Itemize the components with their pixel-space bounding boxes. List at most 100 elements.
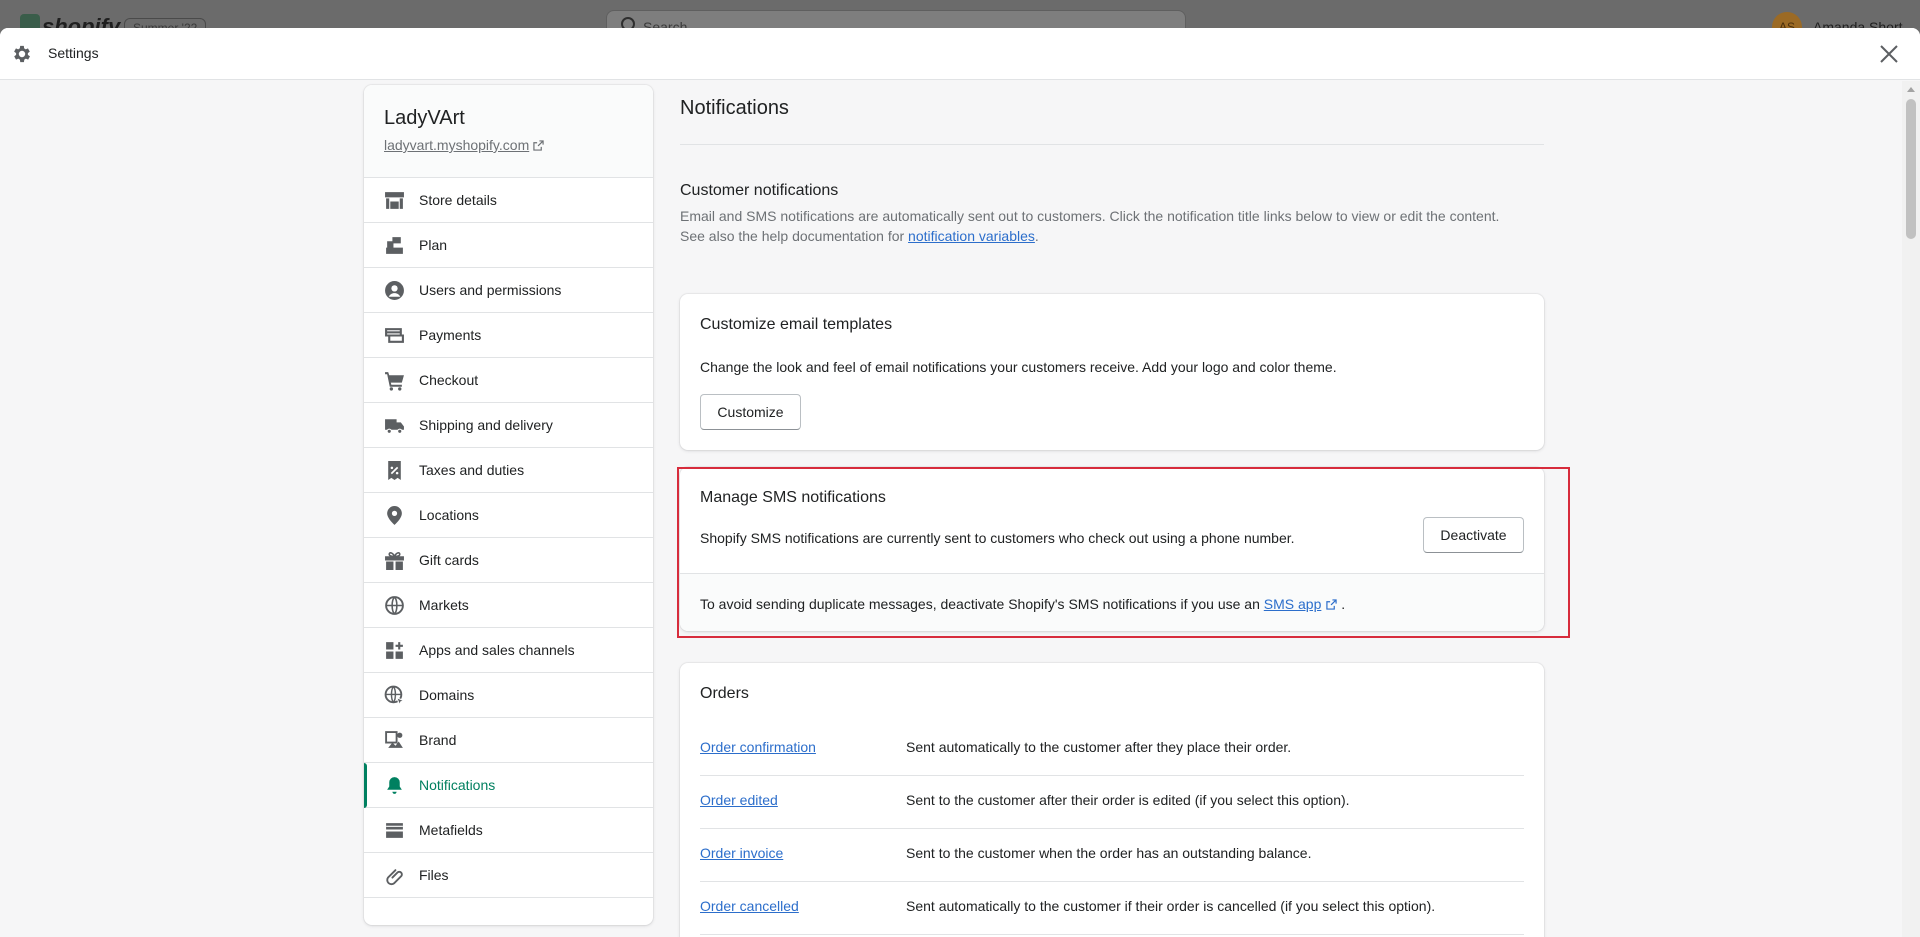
order-description: Sent automatically to the customer after… [906, 739, 1292, 755]
orders-card: Orders Order confirmation Sent automatic… [680, 663, 1544, 937]
cart-icon [385, 372, 404, 391]
email-templates-card: Customize email templates Change the loo… [680, 294, 1544, 450]
payments-icon [385, 328, 404, 343]
sidebar-item-label: Plan [419, 237, 448, 253]
sidebar-item-payments[interactable]: Payments [364, 313, 653, 358]
sidebar-item-label: Metafields [419, 822, 483, 838]
close-icon[interactable] [1877, 42, 1901, 66]
sidebar-item-label: Notifications [419, 777, 496, 793]
plan-icon [386, 237, 403, 254]
sidebar-item-metafields[interactable]: Metafields [364, 808, 653, 853]
search-placeholder: Search [643, 19, 688, 28]
customize-button[interactable]: Customize [700, 394, 801, 430]
store-header: LadyVArt ladyvart.myshopify.com [364, 85, 653, 178]
search-icon [621, 17, 635, 28]
list-item: Order invoice Sent to the customer when … [700, 829, 1524, 882]
sidebar-item-locations[interactable]: Locations [364, 493, 653, 538]
sms-notifications-title: Manage SMS notifications [700, 489, 886, 506]
sidebar-item-markets[interactable]: Markets [364, 583, 653, 628]
order-invoice-link[interactable]: Order invoice [700, 845, 783, 861]
metafields-icon [386, 823, 403, 838]
shopify-logo-icon [20, 14, 40, 28]
deactivate-button[interactable]: Deactivate [1423, 517, 1524, 553]
store-url-link[interactable]: ladyvart.myshopify.com [384, 137, 529, 153]
order-description: Sent automatically to the customer if th… [906, 898, 1436, 914]
search-input[interactable]: Search [606, 10, 1186, 28]
sidebar-item-label: Domains [419, 687, 475, 703]
order-cancelled-link[interactable]: Order cancelled [700, 898, 799, 914]
description-text: . [1034, 228, 1039, 244]
settings-sidebar: LadyVArt ladyvart.myshopify.com Store de… [364, 85, 653, 925]
avatar[interactable]: AS [1772, 12, 1802, 28]
sms-notifications-text: Shopify SMS notifications are currently … [700, 530, 1295, 546]
scrollbar-thumb[interactable] [1906, 99, 1916, 239]
list-item: Order edited Sent to the customer after … [700, 776, 1524, 829]
sidebar-item-notifications[interactable]: Notifications [364, 763, 653, 808]
customer-notifications-title: Customer notifications [680, 182, 839, 199]
user-icon [385, 281, 404, 300]
email-templates-text: Change the look and feel of email notifi… [700, 359, 1337, 375]
modal-header: Settings [0, 28, 1920, 80]
sidebar-item-label: Users and permissions [419, 282, 562, 298]
sidebar-item-files[interactable]: Files [364, 853, 653, 898]
divider [680, 144, 1544, 145]
external-link-icon [533, 140, 544, 151]
shopify-logo: shopify [42, 14, 121, 28]
sidebar-item-domains[interactable]: Domains [364, 673, 653, 718]
sidebar-item-label: Brand [419, 732, 457, 748]
gear-icon [14, 45, 30, 63]
sidebar-item-label: Gift cards [419, 552, 479, 568]
email-templates-title: Customize email templates [700, 316, 893, 333]
paperclip-icon [386, 869, 403, 886]
sms-footer-text: To avoid sending duplicate messages, dea… [700, 596, 1345, 612]
user-name[interactable]: Amanda Short [1813, 19, 1903, 28]
globe-icon [385, 596, 404, 615]
sidebar-item-store-details[interactable]: Store details [364, 178, 653, 223]
sidebar-item-label: Taxes and duties [419, 462, 525, 478]
apps-icon [386, 642, 403, 659]
sms-footer-prefix: To avoid sending duplicate messages, dea… [700, 596, 1264, 612]
brand-icon [385, 731, 403, 748]
sidebar-item-checkout[interactable]: Checkout [364, 358, 653, 403]
sidebar-item-taxes[interactable]: Taxes and duties [364, 448, 653, 493]
sidebar-item-brand[interactable]: Brand [364, 718, 653, 763]
scrollbar[interactable] [1902, 81, 1920, 937]
order-description: Sent to the customer after their order i… [906, 792, 1350, 808]
tax-icon [388, 461, 401, 480]
sms-notifications-card: Manage SMS notifications Shopify SMS not… [680, 467, 1544, 631]
order-confirmation-link[interactable]: Order confirmation [700, 739, 816, 755]
orders-title: Orders [700, 685, 749, 702]
sidebar-item-label: Files [419, 867, 449, 883]
sidebar-item-label: Store details [419, 192, 497, 208]
sidebar-item-gift-cards[interactable]: Gift cards [364, 538, 653, 583]
sidebar-item-users[interactable]: Users and permissions [364, 268, 653, 313]
list-item: Order cancelled Sent automatically to th… [700, 882, 1524, 935]
sms-footer: To avoid sending duplicate messages, dea… [680, 573, 1544, 631]
page-title: Notifications [680, 97, 789, 119]
external-link-icon [1326, 599, 1338, 610]
sidebar-item-label: Markets [419, 597, 469, 613]
order-edited-link[interactable]: Order edited [700, 792, 778, 808]
sidebar-item-label: Apps and sales channels [419, 642, 575, 658]
location-pin-icon [387, 506, 402, 525]
admin-topbar: shopify Summer '22 Search AS Amanda Shor… [0, 0, 1920, 28]
notification-variables-link[interactable]: notification variables [908, 228, 1035, 244]
bell-icon [387, 777, 402, 794]
sms-footer-suffix: . [1337, 596, 1346, 612]
domain-globe-icon [384, 685, 405, 706]
order-description: Sent to the customer when the order has … [906, 845, 1312, 861]
truck-icon [385, 419, 404, 434]
sidebar-item-shipping[interactable]: Shipping and delivery [364, 403, 653, 448]
sidebar-item-label: Shipping and delivery [419, 417, 553, 433]
sidebar-item-label: Checkout [419, 372, 479, 388]
sidebar-item-label: Payments [419, 327, 482, 343]
sms-app-link[interactable]: SMS app [1264, 596, 1322, 612]
sidebar-item-plan[interactable]: Plan [364, 223, 653, 268]
sidebar-item-label: Locations [419, 507, 479, 523]
scroll-up-icon[interactable] [1907, 87, 1915, 92]
list-item: Order confirmation Sent automatically to… [700, 723, 1524, 776]
sidebar-item-apps[interactable]: Apps and sales channels [364, 628, 653, 673]
description-line: See also the help documentation for noti… [680, 226, 1544, 246]
store-badge: Summer '22 [124, 18, 207, 28]
gift-icon [385, 552, 404, 570]
